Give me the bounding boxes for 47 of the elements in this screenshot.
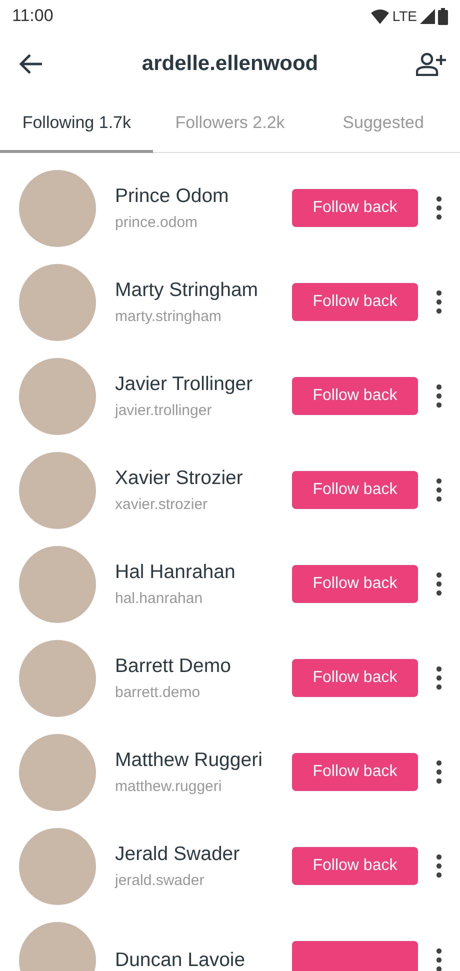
vertical-dots-icon: [436, 760, 442, 784]
user-handle: javier.trollinger: [115, 402, 213, 419]
user-name: Jerald Swader: [115, 843, 241, 866]
user-handle: prince.odom: [115, 214, 199, 231]
follow-back-button[interactable]: Follow back: [292, 659, 418, 697]
vertical-dots-icon: [436, 666, 442, 690]
follow-back-button[interactable]: Follow back: [292, 565, 418, 603]
add-person-icon: [416, 52, 446, 76]
user-name: Barrett Demo: [115, 655, 232, 678]
vertical-dots-icon: [436, 196, 442, 220]
add-person-button[interactable]: [416, 52, 446, 76]
user-name: Duncan Lavoie: [115, 948, 246, 971]
status-time: 11:00: [12, 6, 54, 26]
user-handle: xavier.strozier: [115, 496, 209, 513]
vertical-dots-icon: [436, 854, 442, 878]
vertical-dots-icon: [436, 384, 442, 408]
user-name: Hal Hanrahan: [115, 561, 236, 584]
follow-back-button[interactable]: Follow back: [292, 377, 418, 415]
back-button[interactable]: [18, 53, 44, 75]
signal-icon: [420, 8, 435, 24]
user-handle: hal.hanrahan: [115, 590, 204, 607]
follow-back-button[interactable]: Follow back: [292, 283, 418, 321]
vertical-dots-icon: [436, 478, 442, 502]
user-name: Marty Stringham: [115, 279, 260, 302]
battery-icon: [438, 8, 448, 24]
tab[interactable]: Suggested: [306, 96, 460, 153]
user-handle: jerald.swader: [115, 872, 206, 889]
vertical-dots-icon: [436, 572, 442, 596]
user-name: Xavier Strozier: [115, 467, 244, 490]
follow-back-button[interactable]: Follow back: [292, 847, 418, 885]
user-handle: matthew.ruggeri: [115, 778, 223, 795]
follow-back-button[interactable]: Follow back: [292, 753, 418, 791]
user-handle: barrett.demo: [115, 684, 202, 701]
user-name: Matthew Ruggeri: [115, 749, 264, 772]
user-name: Prince Odom: [115, 185, 230, 208]
tab[interactable]: Following 1.7k: [0, 96, 154, 153]
profile-username-title: ardelle.ellenwood: [140, 52, 320, 76]
user-handle: marty.stringham: [115, 308, 222, 325]
follow-back-button[interactable]: Follow back: [292, 471, 418, 509]
follow-back-button[interactable]: Follow back: [292, 189, 418, 227]
vertical-dots-icon: [436, 948, 442, 971]
network-label: LTE: [392, 8, 417, 24]
back-arrow-icon: [18, 53, 44, 75]
wifi-icon: [371, 8, 390, 24]
tab[interactable]: Followers 2.2k: [153, 96, 307, 153]
vertical-dots-icon: [436, 290, 442, 314]
user-name: Javier Trollinger: [115, 373, 254, 396]
